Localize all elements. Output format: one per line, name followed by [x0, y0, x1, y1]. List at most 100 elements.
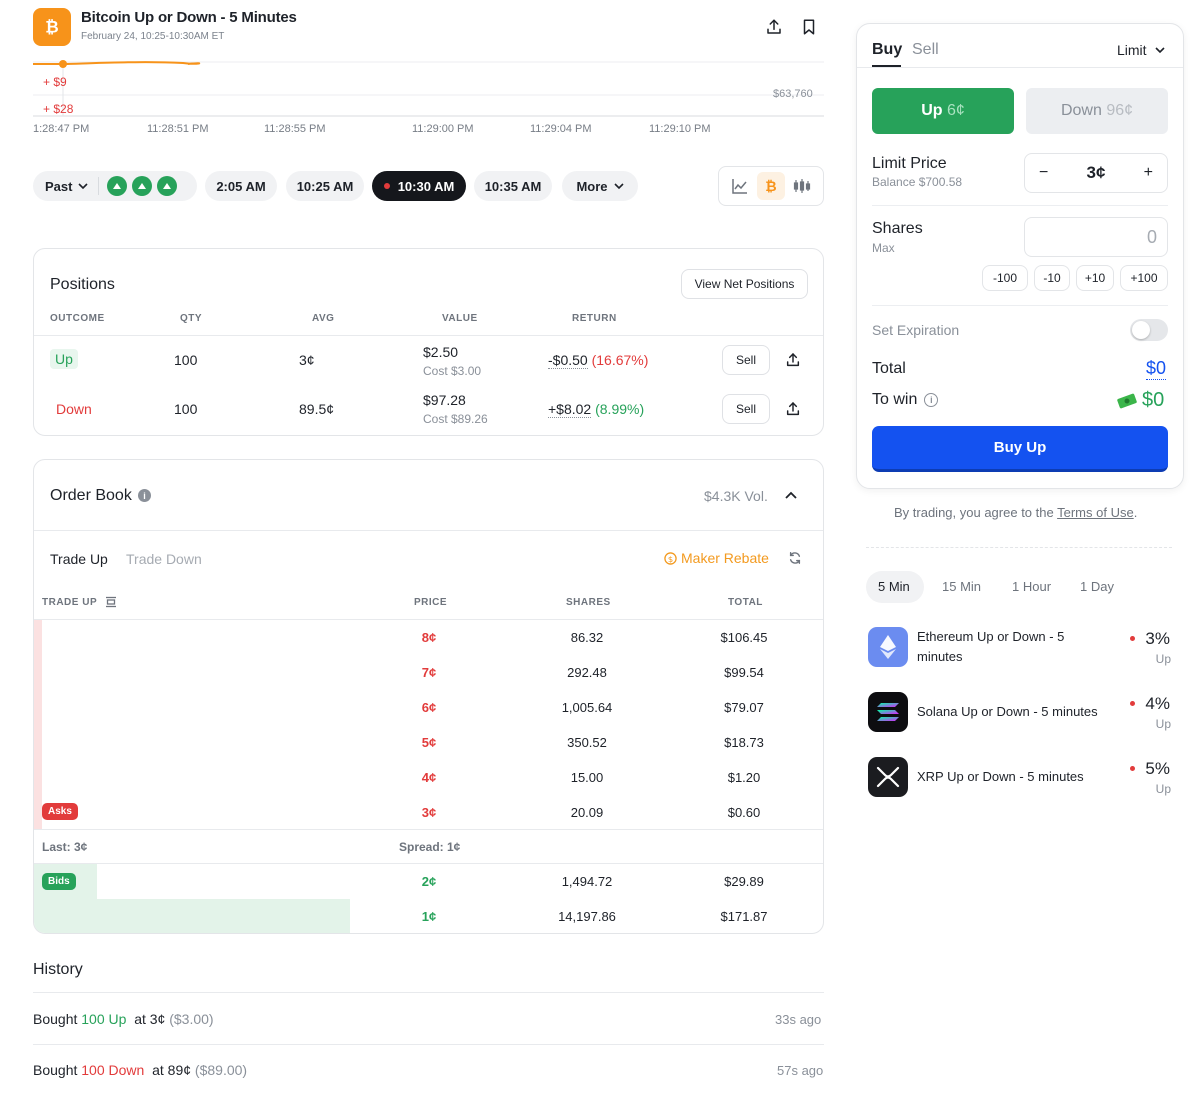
market-pct: 5% — [1145, 759, 1170, 778]
history-price: at 3¢ — [134, 1011, 166, 1027]
expiration-toggle[interactable] — [1130, 319, 1168, 341]
market-side: Up — [1155, 652, 1171, 666]
info-icon[interactable]: i — [138, 489, 151, 502]
ask-row[interactable]: 7¢ 292.48 $99.54 — [34, 655, 823, 690]
quick-shares-button[interactable]: -100 — [982, 265, 1028, 291]
tab-1-day[interactable]: 1 Day — [1080, 579, 1114, 594]
tab-1-hour[interactable]: 1 Hour — [1012, 579, 1051, 594]
time-pill[interactable]: 10:25 AM — [286, 171, 364, 201]
maker-rebate-link[interactable]: $ Maker Rebate — [664, 550, 769, 566]
return-pct: (16.67%) — [591, 352, 649, 368]
ask-total: $1.20 — [727, 770, 761, 785]
sell-button[interactable]: Sell — [722, 345, 770, 375]
market-title-link[interactable]: Solana Up or Down - 5 minutes — [917, 702, 1117, 722]
bid-shares: 1,494.72 — [561, 874, 613, 889]
plus-icon[interactable]: + — [1144, 164, 1153, 182]
history-amount: 100 Down — [81, 1062, 145, 1078]
collapse-icon[interactable] — [105, 595, 117, 613]
value-cell: $97.28 — [423, 392, 466, 408]
limit-price-value[interactable]: 3¢ — [1087, 163, 1106, 183]
quick-shares-button[interactable]: +100 — [1120, 265, 1168, 291]
total-label: Total — [872, 360, 906, 377]
sell-button[interactable]: Sell — [722, 394, 770, 424]
tab-sell[interactable]: Sell — [912, 41, 939, 59]
bid-price: 1¢ — [421, 909, 437, 924]
ethereum-icon — [868, 627, 908, 667]
live-dot-icon — [383, 183, 390, 189]
price-marker — [59, 60, 67, 68]
qty-cell: 100 — [174, 352, 198, 368]
quick-shares-button[interactable]: -10 — [1034, 265, 1070, 291]
ask-row[interactable]: 5¢ 350.52 $18.73 — [34, 725, 823, 760]
outcome-down-button[interactable]: Down 96¢ — [1026, 88, 1168, 134]
info-icon[interactable]: i — [924, 393, 939, 407]
ask-row[interactable]: 8¢ 86.32 $106.45 — [34, 620, 823, 655]
spread: Spread: 1¢ — [399, 840, 461, 854]
x-tick: 11:29:00 PM — [412, 123, 474, 135]
max-link[interactable]: Max — [872, 241, 895, 255]
time-pill[interactable]: 10:35 AM — [474, 171, 552, 201]
market-title-link[interactable]: Ethereum Up or Down - 5 minutes — [917, 627, 1097, 667]
ask-shares: 292.48 — [567, 665, 607, 680]
history-row: Bought 100 Up at 3¢ ($3.00) — [33, 1011, 214, 1027]
xrp-icon — [868, 757, 908, 797]
ask-total: $0.60 — [727, 805, 761, 820]
terms-link[interactable]: Terms of Use — [1057, 505, 1134, 520]
market-title-link[interactable]: XRP Up or Down - 5 minutes — [917, 767, 1117, 787]
ask-row[interactable]: 4¢ 15.00 $1.20 — [34, 760, 823, 795]
ask-shares: 15.00 — [570, 770, 604, 785]
bitcoin-logo: ₿ — [33, 8, 71, 46]
limit-price-stepper: − 3¢ + — [1024, 153, 1168, 193]
tab-5-min[interactable]: 5 Min — [878, 579, 910, 594]
buy-button[interactable]: Buy Up — [872, 426, 1168, 472]
ask-total: $79.07 — [724, 700, 764, 715]
svg-text:$: $ — [668, 553, 673, 563]
ask-row[interactable]: 3¢ 20.09 $0.60 — [34, 795, 823, 830]
volume-label: $4.3K Vol. — [704, 488, 768, 504]
ask-row[interactable]: 6¢ 1,005.64 $79.07 — [34, 690, 823, 725]
market-title: Bitcoin Up or Down - 5 Minutes — [81, 9, 297, 26]
tab-buy[interactable]: Buy — [872, 41, 902, 59]
share-icon[interactable] — [763, 16, 785, 38]
refresh-icon[interactable] — [784, 547, 806, 569]
ask-price: 5¢ — [421, 735, 437, 750]
shares-label: Shares — [872, 220, 923, 237]
bookmark-icon[interactable] — [798, 16, 820, 38]
market-pct: 4% — [1145, 694, 1170, 713]
market-pct: 3% — [1145, 629, 1170, 648]
up-status-icon — [132, 176, 153, 196]
terms-suffix: . — [1133, 505, 1138, 520]
ask-price: 7¢ — [421, 665, 437, 680]
line-chart-icon[interactable] — [726, 172, 754, 200]
tab-15-min[interactable]: 15 Min — [942, 579, 981, 594]
live-dot-icon — [1130, 636, 1135, 641]
bid-row[interactable]: 1¢ 14,197.86 $171.87 — [34, 899, 823, 933]
bid-row[interactable]: 2¢ 1,494.72 $29.89 — [34, 864, 823, 899]
chevron-up-icon[interactable] — [780, 484, 802, 506]
minus-icon[interactable]: − — [1039, 164, 1048, 182]
live-dot-icon — [1130, 701, 1135, 706]
time-pill[interactable]: 2:05 AM — [205, 171, 277, 201]
order-type-dropdown[interactable]: Limit — [1117, 42, 1165, 58]
tab-trade-down[interactable]: Trade Down — [126, 551, 202, 567]
shares-input[interactable]: 0 — [1024, 217, 1168, 257]
bitcoin-chart-icon[interactable]: ₿ — [756, 172, 785, 200]
tab-trade-up[interactable]: Trade Up — [50, 551, 108, 567]
column-header: AVG — [312, 313, 335, 324]
money-icon — [1117, 393, 1137, 408]
more-dropdown[interactable]: More — [562, 171, 638, 201]
column-header: VALUE — [442, 313, 478, 324]
history-amount: 100 Up — [81, 1011, 127, 1027]
share-icon[interactable] — [782, 398, 804, 420]
bids-tag: Bids — [42, 873, 76, 890]
view-net-positions-button[interactable]: View Net Positions — [681, 269, 808, 299]
candlestick-icon[interactable] — [788, 172, 816, 200]
quick-shares-button[interactable]: +10 — [1076, 265, 1114, 291]
history-action: Bought — [33, 1011, 78, 1027]
return-cell: -$0.50 (16.67%) — [548, 352, 649, 369]
time-pill-active[interactable]: 10:30 AM — [372, 171, 466, 201]
chart-price-label: $63,760 — [773, 88, 813, 100]
past-dropdown[interactable]: Past — [33, 171, 197, 201]
share-icon[interactable] — [782, 349, 804, 371]
outcome-up-button[interactable]: Up 6¢ — [872, 88, 1014, 134]
